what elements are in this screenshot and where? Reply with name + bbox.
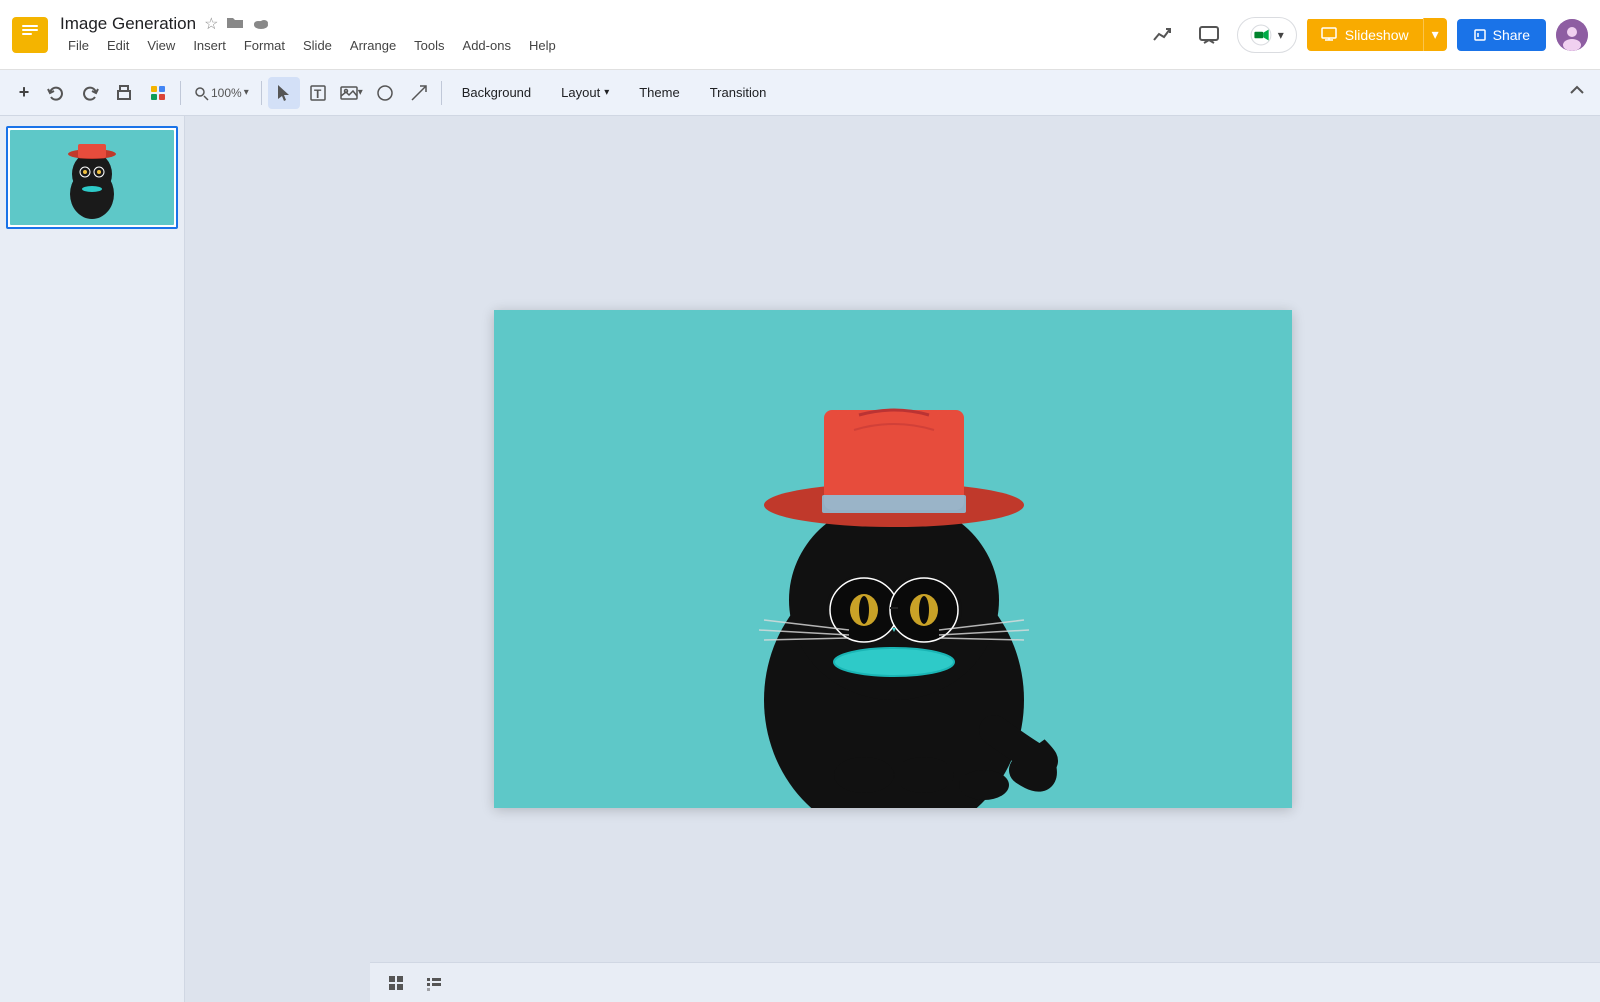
zoom-control[interactable]: 100% ▾ bbox=[187, 81, 255, 105]
paint-format-button[interactable] bbox=[142, 77, 174, 109]
layout-button[interactable]: Layout ▾ bbox=[547, 80, 623, 105]
layout-dropdown-icon: ▾ bbox=[604, 87, 609, 98]
menu-arrange[interactable]: Arrange bbox=[342, 36, 404, 55]
add-slide-button[interactable]: + bbox=[10, 79, 38, 107]
user-avatar[interactable] bbox=[1556, 19, 1588, 51]
background-button[interactable]: Background bbox=[448, 80, 545, 105]
slideshow-button-group: Slideshow ▾ bbox=[1307, 18, 1447, 51]
separator-2 bbox=[261, 81, 262, 105]
svg-text:T: T bbox=[314, 87, 322, 101]
logo-text bbox=[18, 18, 42, 52]
folder-icon[interactable] bbox=[226, 16, 244, 33]
text-tool[interactable]: T bbox=[302, 77, 334, 109]
menu-format[interactable]: Format bbox=[236, 36, 293, 55]
meet-label: ▾ bbox=[1278, 28, 1284, 42]
meet-button[interactable]: ▾ bbox=[1237, 17, 1297, 53]
menu-tools[interactable]: Tools bbox=[406, 36, 452, 55]
trending-button[interactable] bbox=[1145, 17, 1181, 53]
menu-insert[interactable]: Insert bbox=[185, 36, 234, 55]
grid-view-button[interactable] bbox=[380, 971, 412, 995]
theme-label: Theme bbox=[639, 85, 679, 100]
bottom-bar bbox=[370, 962, 1600, 1002]
separator-3 bbox=[441, 81, 442, 105]
menu-bar: File Edit View Insert Format Slide Arran… bbox=[60, 36, 564, 55]
doc-title: Image Generation bbox=[60, 14, 196, 34]
collapse-toolbar-button[interactable] bbox=[1564, 77, 1590, 108]
cloud-icon bbox=[252, 16, 270, 33]
menu-file[interactable]: File bbox=[60, 36, 97, 55]
image-tool-group[interactable]: ▾ bbox=[336, 77, 367, 109]
slideshow-label: Slideshow bbox=[1345, 27, 1409, 43]
separator-1 bbox=[180, 81, 181, 105]
zoom-label: 100% bbox=[211, 86, 242, 100]
canvas-area bbox=[185, 116, 1600, 1002]
zoom-dropdown-icon: ▾ bbox=[244, 87, 249, 98]
select-tool[interactable] bbox=[268, 77, 300, 109]
topbar-right: ▾ Slideshow ▾ Share bbox=[1145, 17, 1588, 53]
slide-thumbnail-1[interactable]: 1 bbox=[6, 126, 178, 229]
star-icon[interactable]: ☆ bbox=[204, 14, 218, 34]
topbar: Image Generation ☆ File Edit View Insert… bbox=[0, 0, 1600, 70]
menu-view[interactable]: View bbox=[139, 36, 183, 55]
slide-canvas[interactable] bbox=[494, 310, 1292, 808]
slide-thumb-inner-1 bbox=[10, 130, 174, 225]
menu-help[interactable]: Help bbox=[521, 36, 564, 55]
menu-slide[interactable]: Slide bbox=[295, 36, 340, 55]
app-logo bbox=[12, 17, 48, 53]
undo-button[interactable] bbox=[40, 77, 72, 109]
list-view-button[interactable] bbox=[418, 971, 450, 995]
background-label: Background bbox=[462, 85, 531, 100]
layout-label: Layout bbox=[561, 85, 600, 100]
slide-panel: 1 bbox=[0, 116, 185, 1002]
shapes-tool[interactable] bbox=[369, 77, 401, 109]
doc-info: Image Generation ☆ File Edit View Insert… bbox=[60, 14, 564, 55]
theme-button[interactable]: Theme bbox=[625, 80, 693, 105]
transition-label: Transition bbox=[710, 85, 767, 100]
slideshow-main-button[interactable]: Slideshow bbox=[1307, 19, 1423, 51]
transition-button[interactable]: Transition bbox=[696, 80, 781, 105]
menu-edit[interactable]: Edit bbox=[99, 36, 137, 55]
menu-addons[interactable]: Add-ons bbox=[455, 36, 519, 55]
slideshow-dropdown-button[interactable]: ▾ bbox=[1423, 18, 1447, 51]
main-area: 1 bbox=[0, 116, 1600, 1002]
share-label: Share bbox=[1493, 27, 1530, 43]
toolbar: + bbox=[0, 70, 1600, 116]
cat-illustration bbox=[494, 310, 1292, 808]
share-button[interactable]: Share bbox=[1457, 19, 1546, 51]
comment-button[interactable] bbox=[1191, 17, 1227, 53]
lines-tool[interactable] bbox=[403, 77, 435, 109]
redo-button[interactable] bbox=[74, 77, 106, 109]
print-button[interactable] bbox=[108, 77, 140, 109]
